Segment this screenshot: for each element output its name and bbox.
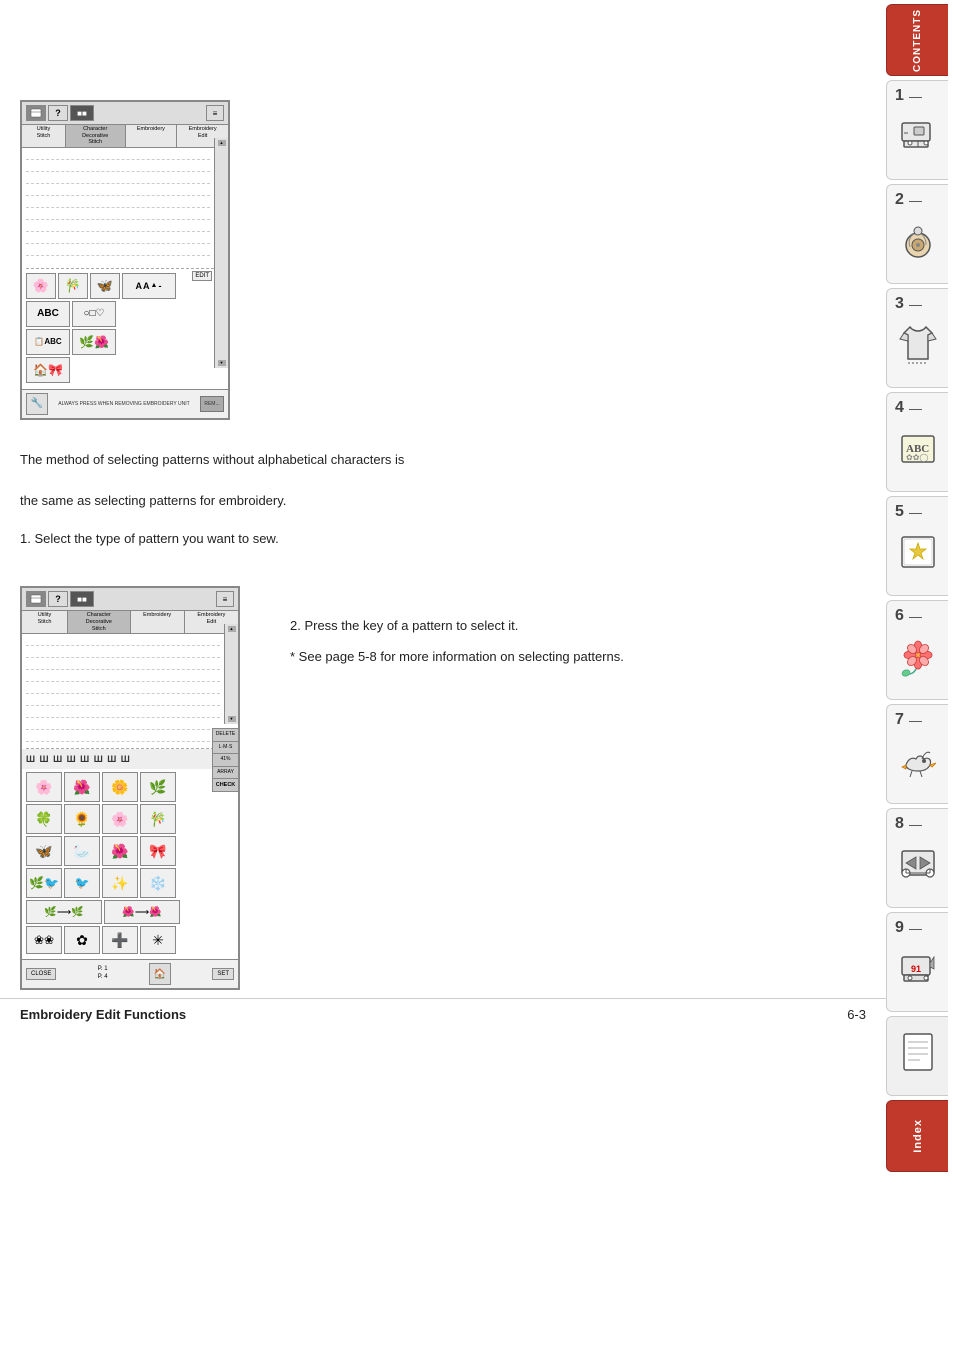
intro-text-line2: the same as selecting patterns for embro… [20, 491, 616, 512]
delete-button[interactable]: DELETE [212, 728, 238, 742]
tab-number-5: 5 [895, 503, 904, 521]
sidebar-tab-6[interactable]: 6 — [886, 600, 948, 700]
sidebar-tab-1[interactable]: 1 — [886, 80, 948, 180]
step1-text: 1. Select the type of pattern you want t… [20, 531, 616, 546]
tab-number-1: 1 [895, 87, 904, 105]
tab-number-8: 8 [895, 815, 904, 833]
tab-dash-3: — [909, 297, 922, 312]
note-text: * See page 5-8 for more information on s… [290, 647, 856, 668]
sidebar-tab-index[interactable]: Index [886, 1100, 948, 1172]
shirt-icon [896, 319, 940, 372]
check-button[interactable]: CHECK [212, 779, 238, 792]
screen1-mockup: ? ■■ ≡ UtilityStitch CharacterDecorative… [20, 100, 260, 440]
sidebar-tab-2[interactable]: 2 — [886, 184, 948, 284]
tab-number-4: 4 [895, 399, 904, 417]
tab-dash-7: — [909, 713, 922, 728]
tab-number-3: 3 [895, 295, 904, 313]
tab-dash-6: — [909, 609, 922, 624]
tab-dash-2: — [909, 193, 922, 208]
machine2-icon: 91 [896, 945, 940, 994]
intro-text-line1: The method of selecting patterns without… [20, 450, 616, 471]
bottom-text-block: 2. Press the key of a pattern to select … [290, 586, 856, 674]
footer-title: Embroidery Edit Functions [20, 1007, 186, 1022]
always-text: ALWAYS PRESS WHEN REMOVING EMBROIDERY UN… [48, 401, 200, 407]
sidebar-tab-contents[interactable]: CONTENTS [886, 4, 948, 76]
tab-dash-9: — [909, 921, 922, 936]
flower-icon [896, 633, 940, 682]
footer-page: 6-3 [847, 1007, 866, 1022]
sewing-machine-icon [896, 113, 940, 165]
bottom-section: ? ■■ ≡ UtilityStitch CharacterDecorative… [20, 586, 856, 990]
intro-text-block: The method of selecting patterns without… [20, 440, 616, 557]
edit-label-screen1: EDIT [192, 271, 212, 281]
size-button[interactable]: 41% [212, 754, 238, 767]
screen2-mockup: ? ■■ ≡ UtilityStitch CharacterDecorative… [20, 586, 270, 990]
set-button-screen2[interactable]: SET [212, 968, 234, 980]
close-button-screen2[interactable]: CLOSE [26, 968, 56, 980]
sidebar-tab-8[interactable]: 8 — [886, 808, 948, 908]
thread-icon [896, 219, 940, 268]
abc-embroidery-icon: ABC ✿✿◯ [896, 426, 940, 475]
sidebar-tab-notes[interactable] [886, 1016, 948, 1096]
tab-number-9: 9 [895, 919, 904, 937]
sidebar-tab-9[interactable]: 9 — 91 [886, 912, 948, 1012]
sidebar-tab-7[interactable]: 7 — [886, 704, 948, 804]
tab-number-6: 6 [895, 607, 904, 625]
right-sidebar: CONTENTS 1 — 2 — [886, 0, 954, 1346]
tab-dash-5: — [909, 505, 922, 520]
tab-dash-1: — [909, 89, 922, 104]
page-footer: Embroidery Edit Functions 6-3 [0, 998, 886, 1030]
svg-text:✿✿◯: ✿✿◯ [906, 453, 928, 462]
tab-number-7: 7 [895, 711, 904, 729]
sidebar-tab-4[interactable]: 4 — ABC ✿✿◯ [886, 392, 948, 492]
main-content: ? ■■ ≡ UtilityStitch CharacterDecorative… [0, 0, 886, 1030]
star-pattern-icon [896, 529, 940, 578]
step2-text: 2. Press the key of a pattern to select … [290, 616, 856, 637]
tab-dash-4: — [909, 401, 922, 416]
scissors-icon [896, 841, 940, 890]
sidebar-tab-3[interactable]: 3 — [886, 288, 948, 388]
lms-button[interactable]: L·M·S [212, 742, 238, 755]
sidebar-tab-5[interactable]: 5 — [886, 496, 948, 596]
notes-icon [896, 1028, 940, 1085]
svg-text:91: 91 [910, 964, 920, 974]
tab-dash-8: — [909, 817, 922, 832]
contents-label: CONTENTS [912, 9, 923, 72]
bird-icon [896, 737, 940, 786]
tab-number-2: 2 [895, 191, 904, 209]
array-button[interactable]: ARRAY [212, 767, 238, 780]
index-label: Index [912, 1119, 924, 1153]
